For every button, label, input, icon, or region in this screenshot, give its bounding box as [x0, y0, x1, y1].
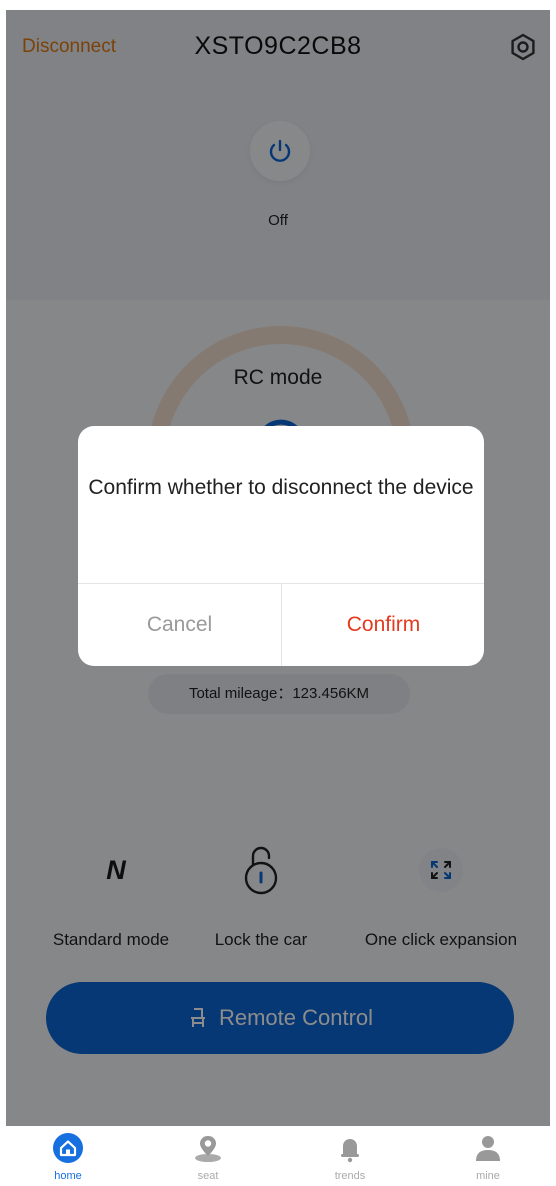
- tab-seat-label: seat: [197, 1170, 219, 1182]
- app-screen: Disconnect XSTO9C2CB8 Off RC mode Total …: [6, 10, 550, 1126]
- user-icon: [476, 1136, 500, 1161]
- tab-seat[interactable]: seat: [168, 1126, 248, 1186]
- disconnect-dialog: Confirm whether to disconnect the device…: [78, 426, 484, 666]
- bottom-tab-bar: home seat trends mine: [0, 1126, 556, 1186]
- tab-mine[interactable]: mine: [448, 1126, 528, 1186]
- home-icon: [53, 1133, 83, 1163]
- tab-trends-label: trends: [334, 1170, 366, 1182]
- map-pin-icon: [195, 1136, 221, 1162]
- confirm-button[interactable]: Confirm: [282, 584, 484, 666]
- tab-home-label: home: [54, 1170, 82, 1182]
- tab-trends[interactable]: trends: [310, 1126, 390, 1186]
- bell-icon: [341, 1139, 359, 1163]
- tab-mine-label: mine: [476, 1170, 500, 1182]
- tab-home[interactable]: home: [28, 1126, 108, 1186]
- cancel-button[interactable]: Cancel: [78, 584, 281, 666]
- dialog-message: Confirm whether to disconnect the device: [88, 476, 474, 499]
